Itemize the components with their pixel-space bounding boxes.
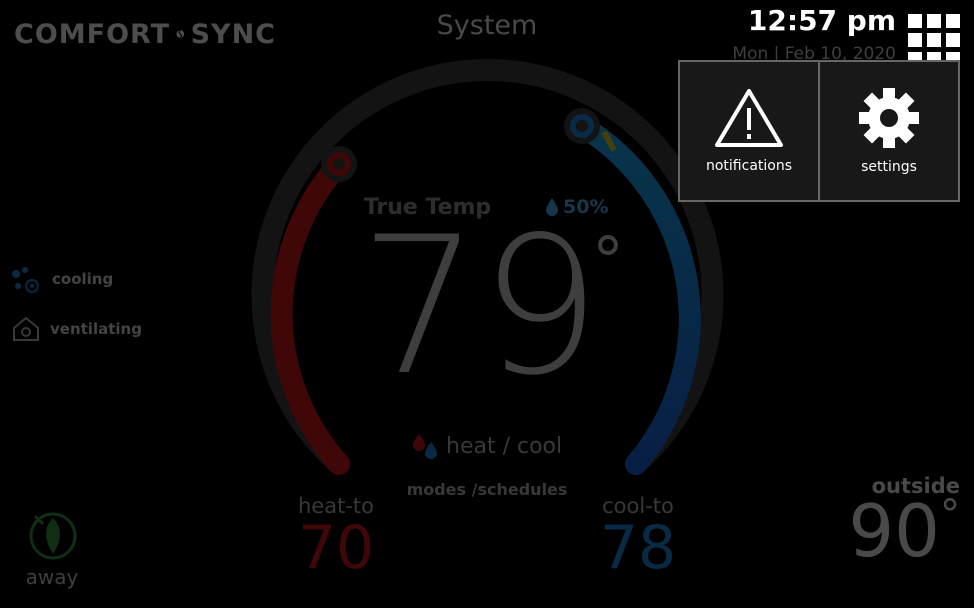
current-temperature: 79 xyxy=(359,196,601,417)
outside-temp-value: 90 xyxy=(848,489,940,573)
system-mode[interactable]: heat / cool xyxy=(410,432,562,460)
settings-label: settings xyxy=(861,159,917,175)
status-ventilating-label: ventilating xyxy=(50,320,142,338)
status-cooling: cooling xyxy=(8,264,113,294)
away-button[interactable]: away xyxy=(20,510,84,589)
heat-to-control[interactable]: heat-to 70 xyxy=(271,494,401,578)
clock-time: 12:57 pm xyxy=(747,4,896,37)
quick-menu-popup: notifications settings xyxy=(678,60,960,202)
grid-cell xyxy=(946,33,960,47)
grid-cell xyxy=(908,33,922,47)
cool-to-value: 78 xyxy=(599,513,677,583)
notifications-button[interactable]: notifications xyxy=(679,61,819,201)
warning-icon xyxy=(715,89,783,147)
settings-button[interactable]: settings xyxy=(819,61,959,201)
status-cooling-label: cooling xyxy=(52,270,114,288)
gear-icon xyxy=(859,88,919,148)
outside-degree-symbol: ° xyxy=(940,492,960,538)
house-fan-icon xyxy=(13,316,39,341)
heat-cool-drops-icon xyxy=(413,434,437,459)
status-ventilating: ventilating xyxy=(12,316,142,342)
heat-to-value: 70 xyxy=(297,513,375,583)
system-mode-label: heat / cool xyxy=(446,433,563,459)
leaf-icon xyxy=(29,512,77,560)
cooling-icon xyxy=(12,267,39,293)
modes-schedules-link[interactable]: modes /schedules xyxy=(380,480,594,499)
away-label: away xyxy=(25,565,79,589)
degree-symbol: ° xyxy=(592,225,624,299)
grid-cell xyxy=(927,14,941,28)
apps-grid-button[interactable] xyxy=(908,14,960,66)
notifications-label: notifications xyxy=(705,158,793,174)
grid-cell xyxy=(908,14,922,28)
outside-temperature: 90° xyxy=(840,492,960,570)
cool-to-control[interactable]: cool-to 78 xyxy=(573,494,703,578)
grid-cell xyxy=(927,33,941,47)
grid-cell xyxy=(946,14,960,28)
